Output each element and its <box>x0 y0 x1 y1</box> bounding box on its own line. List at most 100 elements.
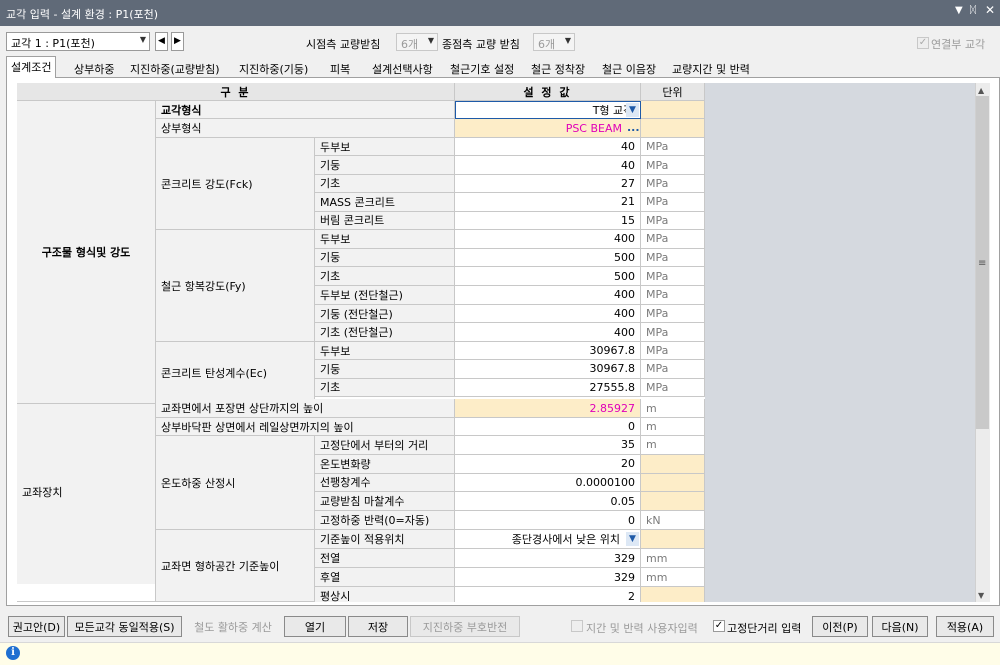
ec-row-unit: MPa <box>641 378 705 397</box>
ec-row-name: 기초 <box>315 378 455 397</box>
end-bearing-label: 종점측 교량 받침 <box>442 38 520 51</box>
prev-button[interactable]: 이전(P) <box>812 616 868 637</box>
tab-design-options[interactable]: 설계선택사항 <box>368 59 437 78</box>
header-unit: 단위 <box>641 83 705 101</box>
save-button[interactable]: 저장 <box>348 616 408 637</box>
fck-row-name: 버림 콘크리트 <box>315 211 455 230</box>
status-bar <box>0 642 1000 665</box>
linked-pier-label: 연결부 교각 <box>931 38 986 51</box>
pave-height-value[interactable]: 2.85927 <box>455 399 641 418</box>
start-bearing-select[interactable]: 6개 ▼ <box>396 33 438 51</box>
super-type-browse-button[interactable]: ... <box>627 121 640 134</box>
header-division: 구 분 <box>17 83 455 101</box>
ec-row-value[interactable]: 30967.8 <box>455 342 641 361</box>
close-icon[interactable]: ✕ <box>985 3 995 17</box>
bearing-height-row-unit: mm <box>641 549 705 568</box>
pave-height-label: 교좌면에서 포장면 상단까지의 높이 <box>156 399 455 418</box>
left-arrow-icon: ◀ <box>158 36 165 46</box>
ec-row-name: 기둥 <box>315 360 455 379</box>
bearing-height-row-value[interactable]: 329 <box>455 549 641 568</box>
span-user-input-label: 지간 및 반력 사용자입력 <box>586 622 698 635</box>
fck-row-name: MASS 콘크리트 <box>315 193 455 212</box>
tab-design-conditions[interactable]: 설계조건 <box>6 56 57 78</box>
apply-all-piers-button[interactable]: 모든교각 동일적용(S) <box>67 616 182 637</box>
ec-row-value[interactable]: 30967.8 <box>455 360 641 379</box>
tab-cover[interactable]: 피복 <box>326 59 354 78</box>
super-type-label: 상부형식 <box>156 119 455 138</box>
next-pier-button[interactable]: ▶ <box>171 32 184 51</box>
rail-height-value[interactable]: 0 <box>455 418 641 436</box>
pier-type-select[interactable]: T형 교각 <box>455 101 641 119</box>
open-button[interactable]: 열기 <box>284 616 346 637</box>
temp-row-name: 고정하중 반력(0=자동) <box>315 511 455 530</box>
rail-height-unit: m <box>641 418 705 436</box>
temp-load-label: 온도하중 산정시 <box>156 436 315 530</box>
tab-rebar-splice[interactable]: 철근 이음장 <box>598 59 660 78</box>
fy-row-unit: MPa <box>641 267 705 286</box>
bearing-height-row-unit <box>641 587 705 602</box>
fy-row-value[interactable]: 400 <box>455 304 641 324</box>
tab-seismic-column[interactable]: 지진하중(기둥) <box>235 59 312 78</box>
span-user-input-checkbox[interactable] <box>571 620 583 632</box>
design-conditions-grid: 구 분 설 정 값 단위 구조물 형식및 강도 교좌장치 교각형식 T형 교각 … <box>17 83 705 602</box>
dropdown-arrow-icon[interactable]: ▼ <box>626 103 639 117</box>
fixed-dist-label: 고정단거리 입력 <box>727 622 802 635</box>
temp-row-value[interactable]: 0 <box>455 511 641 530</box>
scroll-down-icon[interactable]: ▼ <box>978 591 984 600</box>
rail-load-calc-button[interactable]: 철도 활하중 계산 <box>185 616 281 637</box>
recommend-button[interactable]: 권고안(D) <box>8 616 65 637</box>
pier-type-value: T형 교각 <box>592 104 634 117</box>
fy-row-value[interactable]: 400 <box>455 230 641 249</box>
tab-span-reaction[interactable]: 교량지간 및 반력 <box>668 59 754 78</box>
pin-icon[interactable]: ᛞ <box>970 5 976 16</box>
fixed-dist-checkbox[interactable]: ✓ <box>713 620 725 632</box>
tab-rebar-anchorage[interactable]: 철근 정착장 <box>527 59 589 78</box>
seismic-sign-button[interactable]: 지진하중 부호반전 <box>410 616 520 637</box>
fck-row-value[interactable]: 15 <box>455 211 641 230</box>
scroll-up-icon[interactable]: ▲ <box>978 86 984 95</box>
bearing-height-row-name: 평상시 <box>315 587 455 602</box>
fck-row-value[interactable]: 21 <box>455 193 641 212</box>
fy-row-name: 기둥 <box>315 248 455 268</box>
fck-row-value[interactable]: 40 <box>455 138 641 157</box>
scroll-grip-icon: ≡ <box>978 258 987 269</box>
fck-row-value[interactable]: 27 <box>455 174 641 194</box>
end-bearing-select[interactable]: 6개 ▼ <box>533 33 575 51</box>
fy-label: 철근 항복강도(Fy) <box>156 230 315 342</box>
fy-row-value[interactable]: 400 <box>455 286 641 305</box>
fy-row-value[interactable]: 500 <box>455 248 641 268</box>
chevron-down-icon[interactable]: ▼ <box>955 5 963 16</box>
tab-rebar-symbol[interactable]: 철근기호 설정 <box>446 59 518 78</box>
apply-button[interactable]: 적용(A) <box>936 616 994 637</box>
fy-row-value[interactable]: 500 <box>455 267 641 286</box>
fy-row-unit: MPa <box>641 230 705 249</box>
ec-row-name: 두부보 <box>315 342 455 361</box>
temp-row-value[interactable]: 0.05 <box>455 492 641 512</box>
next-button[interactable]: 다음(N) <box>872 616 928 637</box>
rail-height-label: 상부바닥판 상면에서 레일상면까지의 높이 <box>156 418 455 436</box>
linked-pier-checkbox[interactable]: ✓ <box>917 37 929 49</box>
fy-row-unit: MPa <box>641 286 705 305</box>
fy-row-name: 두부보 <box>315 230 455 249</box>
fy-row-unit: MPa <box>641 304 705 324</box>
fck-row-value[interactable]: 40 <box>455 156 641 175</box>
tab-superstructure-load[interactable]: 상부하중 <box>70 59 118 78</box>
fck-row-unit: MPa <box>641 193 705 212</box>
temp-row-value[interactable]: 35 <box>455 436 641 455</box>
prev-pier-button[interactable]: ◀ <box>155 32 168 51</box>
temp-row-value[interactable]: 20 <box>455 454 641 474</box>
pier-select[interactable]: 교각 1 : P1(포천) ▼ <box>6 32 150 51</box>
dropdown-arrow-icon[interactable]: ▼ <box>626 532 639 546</box>
pier-type-unit <box>641 101 705 119</box>
bearing-height-row-value[interactable]: 329 <box>455 568 641 587</box>
tab-strip: 설계조건 상부하중 지진하중(교량받침) 지진하중(기둥) 피복 설계선택사항 … <box>6 56 1000 78</box>
temp-row-value[interactable]: 0.0000100 <box>455 473 641 493</box>
ec-row-value[interactable]: 27555.8 <box>455 378 641 397</box>
pier-type-label: 교각형식 <box>156 101 455 119</box>
tab-seismic-bearing[interactable]: 지진하중(교량받침) <box>126 59 224 78</box>
bearing-height-row-value[interactable]: 종단경사에서 낮은 위치 <box>455 530 641 549</box>
group-bottom-cell <box>17 584 156 602</box>
bearing-height-row-value[interactable]: 2 <box>455 587 641 602</box>
fy-row-value[interactable]: 400 <box>455 323 641 342</box>
super-type-value[interactable]: PSC BEAM <box>455 119 641 138</box>
